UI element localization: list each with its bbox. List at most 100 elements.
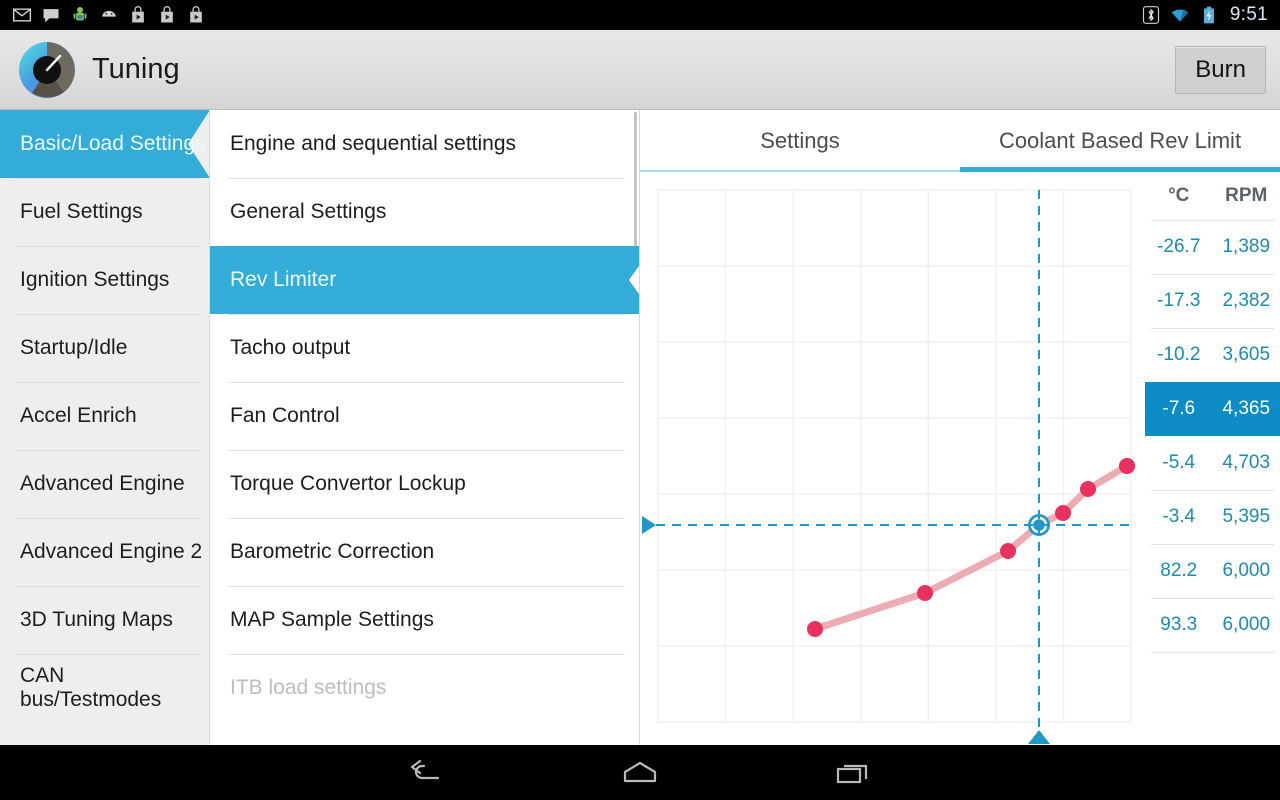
cell-celsius: -17.3 [1157, 290, 1201, 311]
sidebar-item-label: Startup/Idle [20, 336, 128, 359]
sidebar-item-label: 3D Tuning Maps [20, 608, 173, 631]
tab-label: Settings [760, 128, 840, 153]
sidebar-item-fuel-settings[interactable]: Fuel Settings [0, 178, 209, 246]
settings-list[interactable]: Engine and sequential settings General S… [210, 110, 640, 745]
sidebar-item-label: Basic/Load Settings [20, 132, 206, 155]
table-row[interactable]: -17.3 2,382 [1145, 274, 1280, 328]
cell-rpm: 6,000 [1222, 560, 1271, 581]
home-icon [623, 761, 657, 782]
message-icon [43, 9, 59, 23]
settings-item-label: Rev Limiter [230, 268, 337, 291]
column-header-celsius: °C [1168, 185, 1190, 206]
play-store-icon [132, 6, 144, 23]
table-row[interactable]: -10.2 3,605 [1145, 328, 1280, 382]
chart-data-point[interactable] [807, 621, 823, 637]
settings-item-fan-control[interactable]: Fan Control [210, 382, 639, 450]
sidebar-item-label: Accel Enrich [20, 404, 137, 427]
settings-item-barometric-correction[interactable]: Barometric Correction [210, 518, 639, 586]
sidebar-item-label: Fuel Settings [20, 200, 143, 223]
table-header-row: °C RPM [1145, 172, 1280, 220]
sidebar-item-ignition-settings[interactable]: Ignition Settings [0, 246, 209, 314]
page-title: Tuning [92, 53, 180, 85]
sidebar-item-startup-idle[interactable]: Startup/Idle [0, 314, 209, 382]
chart-data-point[interactable] [1055, 505, 1071, 521]
table-row-selected[interactable]: -7.6 4,365 [1145, 382, 1280, 436]
back-icon [410, 759, 440, 779]
sidebar-item-can-bus-testmodes[interactable]: CAN bus/Testmodes [0, 654, 209, 722]
settings-item-label: Engine and sequential settings [230, 132, 517, 155]
sidebar-item-advanced-engine[interactable]: Advanced Engine [0, 450, 209, 518]
cell-rpm: 5,395 [1222, 506, 1271, 527]
android-head-icon [102, 10, 116, 17]
column-header-rpm: RPM [1225, 185, 1268, 206]
app-action-bar: Tuning Burn [0, 30, 1280, 110]
cell-celsius: -10.2 [1157, 344, 1201, 365]
settings-item-general-settings[interactable]: General Settings [210, 178, 639, 246]
status-clock: 9:51 [1229, 4, 1268, 25]
sidebar-item-label: Advanced Engine [20, 472, 185, 495]
sidebar-item-label: CAN bus/Testmodes [20, 664, 162, 711]
settings-item-label: MAP Sample Settings [230, 608, 434, 631]
content-area: Basic/Load Settings Fuel Settings Igniti… [0, 110, 1280, 745]
settings-item-map-sample-settings[interactable]: MAP Sample Settings [210, 586, 639, 654]
chart-data-point[interactable] [1000, 543, 1016, 559]
cell-rpm: 3,605 [1222, 344, 1271, 365]
cell-celsius: -26.7 [1157, 236, 1201, 257]
settings-item-label: Torque Convertor Lockup [230, 472, 466, 495]
settings-item-itb-load-settings: ITB load settings [210, 654, 639, 722]
table-row[interactable]: -26.7 1,389 [1145, 220, 1280, 274]
sidebar-item-label: Ignition Settings [20, 268, 170, 291]
tab-coolant-based-rev-limit[interactable]: Coolant Based Rev Limit [960, 110, 1280, 172]
cell-rpm: 2,382 [1222, 290, 1271, 311]
status-notification-icons [0, 5, 206, 25]
chart-gridlines [657, 189, 1132, 723]
rev-limit-table[interactable]: °C RPM -26.7 1,389 -17.3 2,382 -10.2 3,6… [1145, 172, 1280, 745]
tab-label: Coolant Based Rev Limit [998, 128, 1242, 153]
settings-item-rev-limiter[interactable]: Rev Limiter [210, 246, 639, 314]
sidebar-item-label: Advanced Engine 2 [20, 540, 203, 563]
table-row[interactable]: -3.4 5,395 [1145, 490, 1280, 544]
chart-data-point[interactable] [1080, 481, 1096, 497]
sidebar-item-3d-tuning-maps[interactable]: 3D Tuning Maps [0, 586, 209, 654]
nav-home-button[interactable] [534, 745, 747, 800]
chart-canvas[interactable] [640, 172, 1145, 745]
tab-settings[interactable]: Settings [640, 110, 960, 172]
play-store-icon [161, 6, 173, 23]
chart-data-point[interactable] [1119, 458, 1135, 474]
cell-rpm: 4,365 [1222, 398, 1271, 419]
chart-data-point[interactable] [917, 585, 933, 601]
settings-item-label: ITB load settings [230, 676, 387, 699]
sidebar-item-basic-load-settings[interactable]: Basic/Load Settings [0, 110, 209, 178]
table-row[interactable]: 82.2 6,000 [1145, 544, 1280, 598]
detail-pane: Settings Coolant Based Rev Limit °C RPM … [640, 110, 1280, 745]
table-row[interactable]: -5.4 4,703 [1145, 436, 1280, 490]
settings-item-torque-convertor-lockup[interactable]: Torque Convertor Lockup [210, 450, 639, 518]
cell-rpm: 1,389 [1222, 236, 1271, 257]
battery-charging-icon [1203, 6, 1214, 24]
settings-item-tacho-output[interactable]: Tacho output [210, 314, 639, 382]
settings-item-label: Fan Control [230, 404, 340, 427]
burn-button[interactable]: Burn [1175, 45, 1266, 94]
table-row[interactable]: 93.3 6,000 [1145, 598, 1280, 652]
cell-celsius: 82.2 [1160, 560, 1198, 581]
table-bottom-divider [1145, 652, 1280, 653]
category-sidebar[interactable]: Basic/Load Settings Fuel Settings Igniti… [0, 110, 210, 745]
nav-back-button[interactable] [321, 745, 534, 800]
settings-item-engine-and-sequential-settings[interactable]: Engine and sequential settings [210, 110, 639, 178]
sidebar-item-accel-enrich[interactable]: Accel Enrich [0, 382, 209, 450]
wifi-icon [1171, 9, 1189, 22]
cell-celsius: -5.4 [1162, 452, 1196, 473]
rev-limit-chart[interactable] [640, 172, 1145, 745]
android-status-bar: 9:51 [0, 0, 1280, 30]
cell-rpm: 6,000 [1222, 614, 1271, 635]
mail-icon [13, 8, 31, 22]
android-icon [73, 7, 87, 21]
sidebar-item-advanced-engine-2[interactable]: Advanced Engine 2 [0, 518, 209, 586]
app-root: 9:51 Tuning Burn Basic/Load Settings Fue… [0, 0, 1280, 800]
play-store-icon [190, 6, 202, 23]
cell-celsius: -7.6 [1162, 398, 1196, 419]
nav-recents-button[interactable] [747, 745, 960, 800]
android-navigation-bar[interactable] [0, 745, 1280, 800]
pane-tabs[interactable]: Settings Coolant Based Rev Limit [640, 110, 1280, 172]
cell-rpm: 4,703 [1222, 452, 1271, 473]
